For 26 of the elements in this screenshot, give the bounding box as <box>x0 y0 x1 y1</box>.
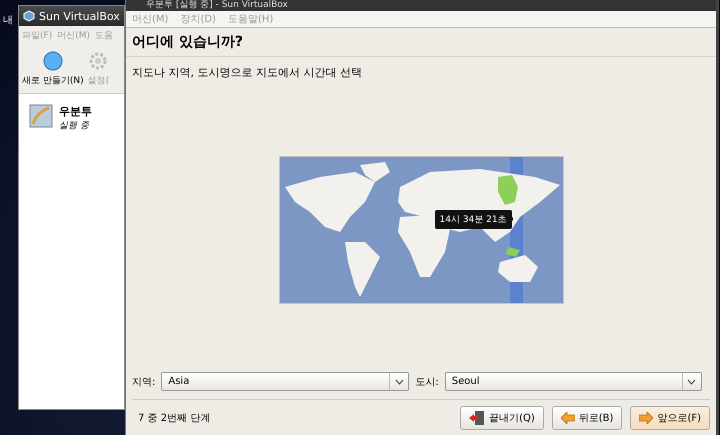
page-description: 지도나 지역, 도시명으로 지도에서 시간대 선택 <box>131 65 363 81</box>
time-tooltip: 14시 34분 21초 <box>434 210 512 229</box>
left-arrow-icon <box>560 412 575 424</box>
field-label: 지역: <box>132 376 156 388</box>
sphere-icon <box>42 51 63 71</box>
vm-name[interactable]: 우분투 <box>59 104 92 119</box>
cube-icon <box>23 10 35 22</box>
city-dropdown[interactable]: Seoul <box>444 372 702 391</box>
window-title: 우분투 [실행 중] - Sun VirtualBox <box>126 0 716 11</box>
forward-button[interactable]: 앞으로(F) <box>630 406 710 430</box>
chevron-down-icon <box>394 378 404 384</box>
desktop-icon-label[interactable]: 내 <box>3 13 18 27</box>
field-label: 도시: <box>415 376 439 388</box>
exit-door-icon <box>469 411 486 425</box>
page-heading: 어디에 있습니까? <box>126 28 716 57</box>
toolbar-button[interactable]: 새로 만들기(N) <box>22 51 84 87</box>
chevron-down-icon <box>687 378 696 384</box>
vm-status: 실행 중 <box>59 120 90 132</box>
region-dropdown[interactable]: Asia <box>161 372 410 391</box>
vm-icon <box>29 104 53 128</box>
gear-icon <box>88 51 108 71</box>
step-indicator: 7 중 2번째 단계 <box>138 412 212 425</box>
right-arrow-icon <box>639 412 654 424</box>
window-title: Sun VirtualBox <box>39 10 120 22</box>
back-button[interactable]: 뒤로(B) <box>552 406 622 430</box>
quit-button[interactable]: 끝내기(Q) <box>460 406 544 430</box>
